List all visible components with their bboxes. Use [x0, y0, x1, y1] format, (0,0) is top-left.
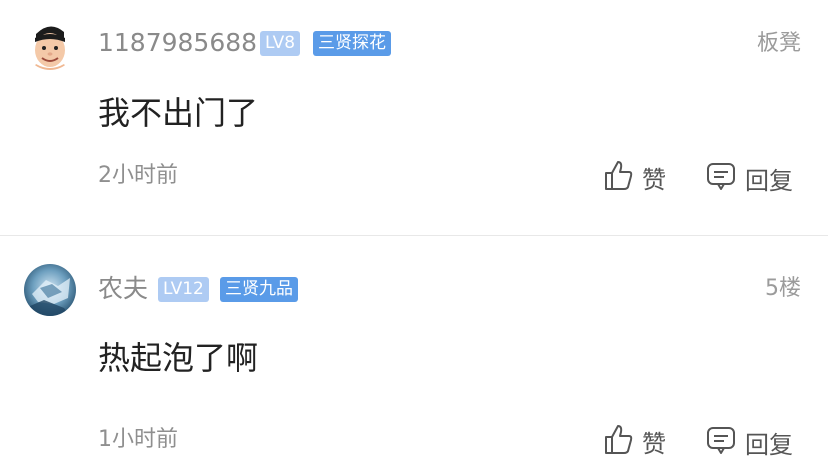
- comment-time: 1小时前: [98, 427, 178, 452]
- comment-item: 农夫 LV12 三贤九品 5楼 热起泡了啊 1小时前 赞 回复: [0, 236, 828, 474]
- floor-label: 板凳: [756, 31, 801, 56]
- username[interactable]: 1187985688: [98, 28, 257, 58]
- reply-label: 回复: [745, 430, 793, 459]
- comment-time: 2小时前: [98, 163, 178, 188]
- reply-bubble-icon: [706, 160, 736, 201]
- comment-content: 我不出门了: [98, 94, 259, 132]
- user-avatar[interactable]: [24, 264, 76, 316]
- cartoon-face-avatar-icon: [24, 18, 76, 70]
- thumbs-up-icon: [603, 423, 633, 464]
- like-button[interactable]: 赞: [603, 423, 666, 464]
- floor-label: 5楼: [765, 276, 801, 301]
- blue-ice-avatar-icon: [24, 264, 76, 316]
- reply-label: 回复: [745, 166, 793, 195]
- reply-button[interactable]: 回复: [706, 424, 793, 465]
- user-avatar[interactable]: [24, 18, 76, 70]
- comment-item: 1187985688 LV8 三贤探花 板凳 我不出门了 2小时前 赞 回复: [0, 0, 828, 235]
- username[interactable]: 农夫: [98, 274, 148, 304]
- comment-content: 热起泡了啊: [98, 339, 259, 377]
- reply-bubble-icon: [706, 424, 736, 465]
- level-badge: LV8: [260, 31, 301, 56]
- level-badge: LV12: [158, 277, 209, 302]
- like-label: 赞: [642, 429, 666, 458]
- title-badge: 三贤探花: [313, 31, 391, 56]
- reply-button[interactable]: 回复: [706, 160, 793, 201]
- thumbs-up-icon: [603, 159, 633, 200]
- like-label: 赞: [642, 165, 666, 194]
- title-badge: 三贤九品: [220, 277, 298, 302]
- like-button[interactable]: 赞: [603, 159, 666, 200]
